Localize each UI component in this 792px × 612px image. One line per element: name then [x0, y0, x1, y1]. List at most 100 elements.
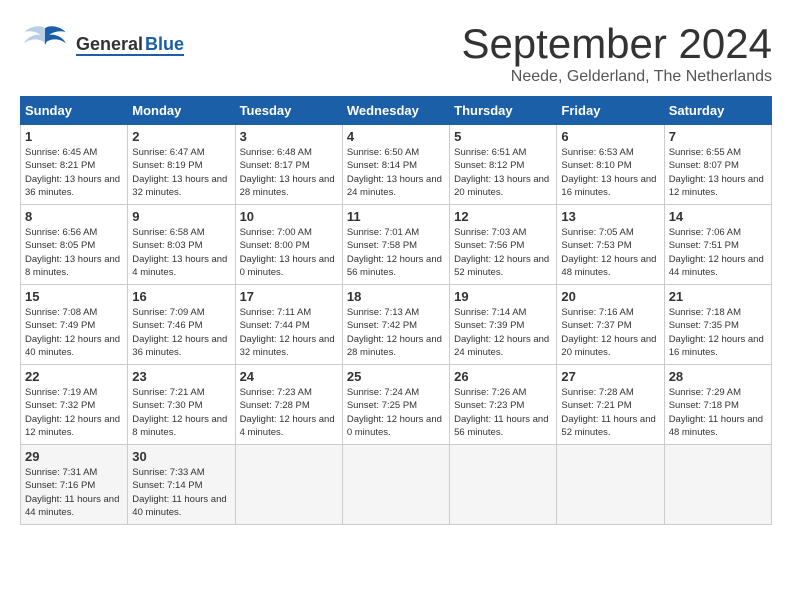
calendar-cell: 2 Sunrise: 6:47 AMSunset: 8:19 PMDaylight…: [128, 125, 235, 205]
day-number: 24: [240, 369, 338, 384]
weekday-tuesday: Tuesday: [235, 97, 342, 125]
calendar-cell: 8 Sunrise: 6:56 AMSunset: 8:05 PMDaylight…: [21, 205, 128, 285]
weekday-thursday: Thursday: [450, 97, 557, 125]
day-number: 6: [561, 129, 659, 144]
day-number: 5: [454, 129, 552, 144]
calendar-cell: 14Sunrise: 7:06 AMSunset: 7:51 PMDayligh…: [664, 205, 771, 285]
calendar-cell: 10 Sunrise: 7:00 AMSunset: 8:00 PMDayligh…: [235, 205, 342, 285]
calendar-cell: 6Sunrise: 6:53 AMSunset: 8:10 PMDaylight…: [557, 125, 664, 205]
day-detail: Sunrise: 6:45 AMSunset: 8:21 PMDaylight:…: [25, 146, 123, 199]
day-number: 12: [454, 209, 552, 224]
weekday-header-row: SundayMondayTuesdayWednesdayThursdayFrid…: [21, 97, 772, 125]
calendar-cell: 22Sunrise: 7:19 AMSunset: 7:32 PMDayligh…: [21, 365, 128, 445]
day-number: 28: [669, 369, 767, 384]
day-number: 11: [347, 209, 445, 224]
logo-icon: [20, 20, 70, 70]
day-number: 26: [454, 369, 552, 384]
month-year-title: September 2024: [461, 20, 772, 68]
day-number: 1: [25, 129, 123, 144]
day-detail: Sunrise: 7:11 AMSunset: 7:44 PMDaylight:…: [240, 306, 338, 359]
calendar-cell: 23 Sunrise: 7:21 AMSunset: 7:30 PMDayligh…: [128, 365, 235, 445]
day-detail: Sunrise: 6:47 AMSunset: 8:19 PMDaylight:…: [132, 146, 230, 199]
day-number: 21: [669, 289, 767, 304]
day-number: 4: [347, 129, 445, 144]
day-number: 15: [25, 289, 123, 304]
day-detail: Sunrise: 7:05 AMSunset: 7:53 PMDaylight:…: [561, 226, 659, 279]
day-number: 25: [347, 369, 445, 384]
logo-general: General: [76, 35, 143, 53]
day-number: 16: [132, 289, 230, 304]
day-detail: Sunrise: 6:55 AMSunset: 8:07 PMDaylight:…: [669, 146, 767, 199]
day-number: 27: [561, 369, 659, 384]
calendar-header: SundayMondayTuesdayWednesdayThursdayFrid…: [21, 97, 772, 125]
day-detail: Sunrise: 7:26 AMSunset: 7:23 PMDaylight:…: [454, 386, 552, 439]
calendar-cell: 16Sunrise: 7:09 AMSunset: 7:46 PMDayligh…: [128, 285, 235, 365]
calendar-cell: 18 Sunrise: 7:13 AMSunset: 7:42 PMDayligh…: [342, 285, 449, 365]
day-number: 13: [561, 209, 659, 224]
calendar-cell: 12 Sunrise: 7:03 AMSunset: 7:56 PMDayligh…: [450, 205, 557, 285]
logo-underline: [76, 54, 184, 56]
calendar-cell: 28 Sunrise: 7:29 AMSunset: 7:18 PMDayligh…: [664, 365, 771, 445]
calendar-cell: [664, 445, 771, 525]
day-number: 23: [132, 369, 230, 384]
calendar-cell: 29Sunrise: 7:31 AMSunset: 7:16 PMDayligh…: [21, 445, 128, 525]
calendar-cell: 15 Sunrise: 7:08 AMSunset: 7:49 PMDayligh…: [21, 285, 128, 365]
weekday-monday: Monday: [128, 97, 235, 125]
weekday-friday: Friday: [557, 97, 664, 125]
calendar-cell: 17 Sunrise: 7:11 AMSunset: 7:44 PMDayligh…: [235, 285, 342, 365]
location-subtitle: Neede, Gelderland, The Netherlands: [461, 68, 772, 86]
day-detail: Sunrise: 6:51 AMSunset: 8:12 PMDaylight:…: [454, 146, 552, 199]
calendar-cell: 30Sunrise: 7:33 AMSunset: 7:14 PMDayligh…: [128, 445, 235, 525]
day-number: 8: [25, 209, 123, 224]
calendar-cell: [450, 445, 557, 525]
day-detail: Sunrise: 7:14 AMSunset: 7:39 PMDaylight:…: [454, 306, 552, 359]
day-detail: Sunrise: 7:16 AMSunset: 7:37 PMDaylight:…: [561, 306, 659, 359]
weekday-sunday: Sunday: [21, 97, 128, 125]
day-detail: Sunrise: 7:13 AMSunset: 7:42 PMDaylight:…: [347, 306, 445, 359]
calendar-cell: 11Sunrise: 7:01 AMSunset: 7:58 PMDayligh…: [342, 205, 449, 285]
calendar-cell: 7 Sunrise: 6:55 AMSunset: 8:07 PMDaylight…: [664, 125, 771, 205]
page-header: General Blue September 2024 Neede, Gelde…: [20, 20, 772, 86]
calendar-cell: 25Sunrise: 7:24 AMSunset: 7:25 PMDayligh…: [342, 365, 449, 445]
day-number: 18: [347, 289, 445, 304]
calendar-cell: [342, 445, 449, 525]
day-detail: Sunrise: 7:06 AMSunset: 7:51 PMDaylight:…: [669, 226, 767, 279]
calendar-cell: 24 Sunrise: 7:23 AMSunset: 7:28 PMDayligh…: [235, 365, 342, 445]
calendar-week-row: 29Sunrise: 7:31 AMSunset: 7:16 PMDayligh…: [21, 445, 772, 525]
day-detail: Sunrise: 7:19 AMSunset: 7:32 PMDaylight:…: [25, 386, 123, 439]
day-detail: Sunrise: 7:00 AMSunset: 8:00 PMDaylight:…: [240, 226, 338, 279]
calendar-week-row: 8 Sunrise: 6:56 AMSunset: 8:05 PMDaylight…: [21, 205, 772, 285]
calendar-body: 1 Sunrise: 6:45 AMSunset: 8:21 PMDaylight…: [21, 125, 772, 525]
day-detail: Sunrise: 6:56 AMSunset: 8:05 PMDaylight:…: [25, 226, 123, 279]
day-number: 10: [240, 209, 338, 224]
calendar-week-row: 22Sunrise: 7:19 AMSunset: 7:32 PMDayligh…: [21, 365, 772, 445]
day-number: 17: [240, 289, 338, 304]
calendar-cell: 13 Sunrise: 7:05 AMSunset: 7:53 PMDayligh…: [557, 205, 664, 285]
calendar-week-row: 15 Sunrise: 7:08 AMSunset: 7:49 PMDayligh…: [21, 285, 772, 365]
day-number: 7: [669, 129, 767, 144]
title-area: September 2024 Neede, Gelderland, The Ne…: [461, 20, 772, 86]
day-detail: Sunrise: 7:21 AMSunset: 7:30 PMDaylight:…: [132, 386, 230, 439]
logo-text: General Blue: [76, 35, 184, 56]
logo-blue: Blue: [145, 35, 184, 53]
day-detail: Sunrise: 7:03 AMSunset: 7:56 PMDaylight:…: [454, 226, 552, 279]
calendar-cell: 1 Sunrise: 6:45 AMSunset: 8:21 PMDaylight…: [21, 125, 128, 205]
day-number: 3: [240, 129, 338, 144]
day-detail: Sunrise: 7:08 AMSunset: 7:49 PMDaylight:…: [25, 306, 123, 359]
day-detail: Sunrise: 7:28 AMSunset: 7:21 PMDaylight:…: [561, 386, 659, 439]
day-detail: Sunrise: 7:23 AMSunset: 7:28 PMDaylight:…: [240, 386, 338, 439]
calendar-table: SundayMondayTuesdayWednesdayThursdayFrid…: [20, 96, 772, 525]
calendar-cell: 20Sunrise: 7:16 AMSunset: 7:37 PMDayligh…: [557, 285, 664, 365]
calendar-cell: 27 Sunrise: 7:28 AMSunset: 7:21 PMDayligh…: [557, 365, 664, 445]
day-number: 2: [132, 129, 230, 144]
calendar-cell: 21Sunrise: 7:18 AMSunset: 7:35 PMDayligh…: [664, 285, 771, 365]
day-detail: Sunrise: 6:48 AMSunset: 8:17 PMDaylight:…: [240, 146, 338, 199]
day-detail: Sunrise: 7:29 AMSunset: 7:18 PMDaylight:…: [669, 386, 767, 439]
day-number: 30: [132, 449, 230, 464]
day-detail: Sunrise: 6:50 AMSunset: 8:14 PMDaylight:…: [347, 146, 445, 199]
calendar-week-row: 1 Sunrise: 6:45 AMSunset: 8:21 PMDaylight…: [21, 125, 772, 205]
calendar-cell: [557, 445, 664, 525]
logo: General Blue: [20, 20, 184, 70]
calendar-cell: 3 Sunrise: 6:48 AMSunset: 8:17 PMDaylight…: [235, 125, 342, 205]
calendar-cell: 9Sunrise: 6:58 AMSunset: 8:03 PMDaylight…: [128, 205, 235, 285]
